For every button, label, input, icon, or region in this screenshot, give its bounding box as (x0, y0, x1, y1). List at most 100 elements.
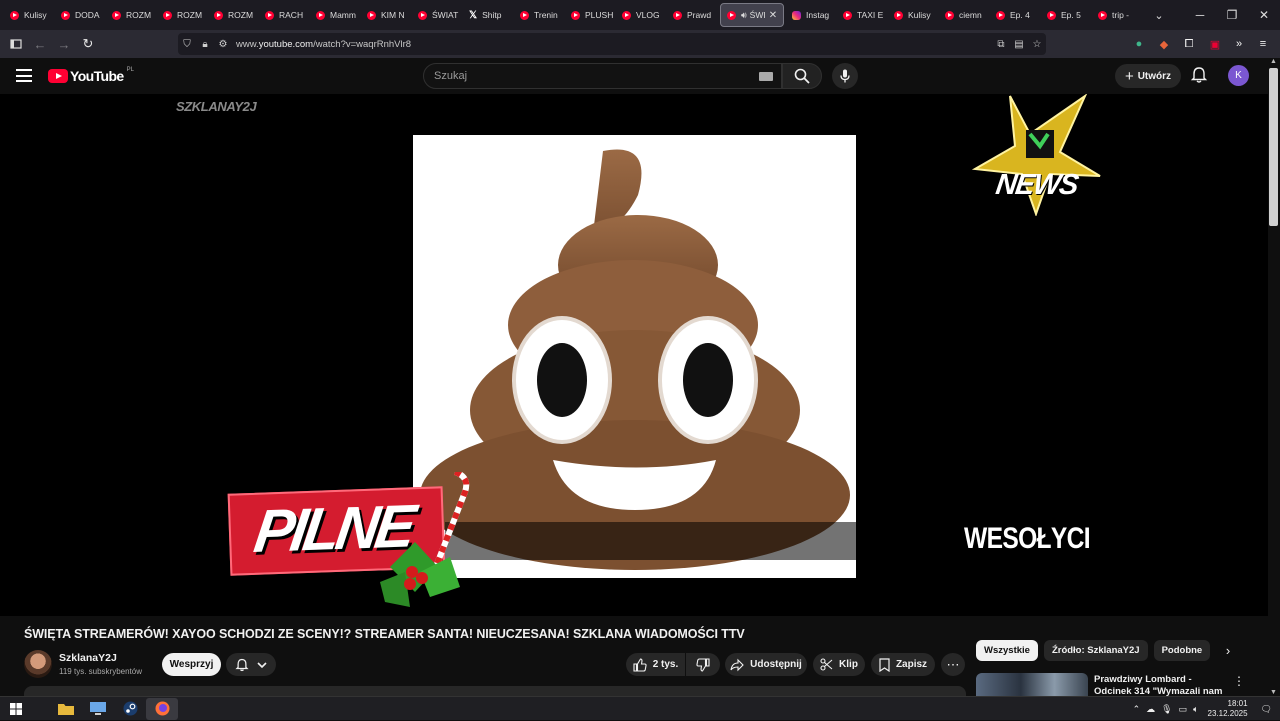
channel-name[interactable]: SzklanaY2J (59, 652, 117, 664)
network-icon[interactable]: ▭ (1179, 704, 1188, 715)
search-placeholder: Szukaj (434, 70, 468, 82)
video-title: ŚWIĘTA STREAMERÓW! XAYOO SCHODZI ZE SCEN… (24, 627, 745, 641)
description-box[interactable] (24, 686, 966, 696)
bookmark-star-icon[interactable]: ☆ (1028, 39, 1046, 50)
steam-icon[interactable] (114, 698, 146, 720)
clip-button[interactable]: Klip (813, 653, 865, 676)
forward-icon[interactable]: → (52, 32, 76, 56)
volume-icon[interactable]: 🔈︎ (1193, 704, 1198, 715)
scroll-down-icon[interactable]: ▼ (1270, 689, 1277, 696)
video-player[interactable]: SZKLANAY2J NEWS WESOŁYCI PILNE (0, 94, 1268, 616)
youtube-logo[interactable]: YouTube PL (48, 67, 134, 84)
ublock-badge-icon[interactable]: ▣ (1204, 33, 1226, 55)
chip-all[interactable]: Wszystkie (976, 640, 1038, 661)
video-thumbnail-frame (413, 135, 856, 578)
guide-menu-icon[interactable] (16, 69, 32, 82)
picture-in-picture-icon[interactable]: ⧉ (992, 39, 1010, 50)
browser-tab[interactable]: 𝕏 Shitp (463, 3, 514, 27)
computer-app-icon[interactable] (82, 698, 114, 720)
restore-icon[interactable]: ❐ (1216, 8, 1248, 22)
reader-view-icon[interactable]: ▤ (1010, 39, 1028, 50)
save-button[interactable]: Zapisz (871, 653, 935, 676)
app-menu-icon[interactable]: ≡ (1252, 33, 1274, 55)
permissions-icon[interactable]: ⚙︎ (214, 39, 232, 50)
channel-avatar[interactable] (24, 650, 52, 678)
browser-tab[interactable]: Mamm (310, 3, 361, 27)
chip-related[interactable]: Podobne (1153, 640, 1211, 661)
firefox-taskbar-icon[interactable] (146, 697, 178, 720)
browser-tab[interactable]: VLOG (616, 3, 667, 27)
create-button[interactable]: + Utwórz (1115, 64, 1181, 88)
browser-tab-active[interactable]: 🔊︎ ŚWI ✕ (720, 3, 784, 27)
back-icon[interactable]: ← (28, 32, 52, 56)
browser-tab[interactable]: KIM N (361, 3, 412, 27)
browser-tab[interactable]: ROZM (106, 3, 157, 27)
tray-expand-icon[interactable]: ⌃ (1133, 704, 1141, 715)
tab-label: Prawd (687, 10, 712, 20)
tracking-shield-icon[interactable]: ⛉ (178, 39, 196, 50)
chevron-down-icon (257, 661, 267, 668)
subscription-notifications-button[interactable] (226, 653, 276, 676)
support-button[interactable]: Wesprzyj (162, 653, 221, 676)
clock-time: 18:01 (1227, 699, 1248, 708)
page-scrollbar[interactable]: ▲ ▼ (1268, 58, 1280, 698)
browser-tab[interactable]: DODA (55, 3, 106, 27)
tab-list-dropdown-icon[interactable]: ⌄ (1147, 9, 1171, 22)
browser-tab[interactable]: Prawd (667, 3, 718, 27)
dislike-button[interactable] (686, 653, 720, 676)
chip-source[interactable]: Źródło: SzklanaY2J (1043, 640, 1148, 661)
browser-tab[interactable]: Kulisy (4, 3, 55, 27)
tab-close-icon[interactable]: ✕ (769, 10, 777, 21)
sidebar-toggle-icon[interactable] (4, 32, 28, 56)
browser-tab[interactable]: ROZM (157, 3, 208, 27)
voice-search-button[interactable] (832, 63, 858, 89)
tab-audio-playing-icon[interactable]: 🔊︎ (741, 10, 747, 21)
search-button[interactable] (782, 63, 822, 89)
file-explorer-icon[interactable] (50, 698, 82, 720)
browser-tab[interactable]: RACH (259, 3, 310, 27)
minimize-icon[interactable]: ─ (1184, 8, 1216, 22)
extensions-puzzle-icon[interactable]: ⧠ (1178, 33, 1200, 55)
holly-decoration-icon (380, 472, 470, 607)
browser-tab[interactable]: ROZM (208, 3, 259, 27)
like-button[interactable]: 2 tys. (626, 653, 685, 676)
browser-tab[interactable]: ciemn (939, 3, 990, 27)
browser-tab[interactable]: Instag (786, 3, 837, 27)
search-input[interactable]: Szukaj (423, 63, 782, 89)
browser-tab[interactable]: Ep. 4 (990, 3, 1041, 27)
browser-tab[interactable]: ŚWIAT (412, 3, 463, 27)
browser-tab[interactable]: Trenin (514, 3, 565, 27)
more-actions-icon[interactable]: ⋯ (941, 653, 965, 676)
browser-tab[interactable]: Kulisy (888, 3, 939, 27)
browser-tab[interactable]: PLUSH (565, 3, 616, 27)
lock-icon[interactable]: 🔒︎ (196, 39, 214, 50)
browser-tab[interactable]: TAXI E (837, 3, 888, 27)
vpn-extension-icon[interactable]: ● (1128, 33, 1150, 55)
close-window-icon[interactable]: ✕ (1248, 8, 1280, 22)
windows-taskbar: ⌃ ☁ 🎙︎ ▭ 🔈︎ 18:01 23.12.2025 🗨︎ (0, 696, 1280, 720)
reload-icon[interactable]: ↻ (76, 32, 100, 56)
address-bar[interactable]: ⛉ 🔒︎ ⚙︎ www.youtube.com/watch?v=waqrRnhV… (178, 33, 1046, 55)
tab-label: Instag (806, 10, 830, 20)
overflow-menu-icon[interactable]: » (1228, 33, 1250, 55)
firefox-extension-icon[interactable]: ◆ (1153, 33, 1175, 55)
onedrive-icon[interactable]: ☁ (1146, 704, 1155, 715)
scrollbar-thumb[interactable] (1269, 68, 1278, 226)
windows-start-icon[interactable] (0, 698, 32, 720)
account-avatar[interactable]: K (1228, 65, 1249, 86)
browser-tab[interactable]: trip - (1092, 3, 1143, 27)
browser-tab[interactable]: Ep. 5 (1041, 3, 1092, 27)
youtube-icon (418, 10, 427, 20)
notifications-bell-icon[interactable] (1190, 66, 1210, 86)
scroll-up-icon[interactable]: ▲ (1270, 58, 1277, 65)
keyboard-icon[interactable] (759, 72, 773, 81)
microphone-tray-icon[interactable]: 🎙︎ (1161, 704, 1172, 715)
notification-center-icon[interactable]: 🗨︎ (1261, 704, 1272, 715)
recommended-video-thumbnail[interactable] (976, 673, 1088, 696)
clock[interactable]: 18:01 23.12.2025 (1208, 699, 1248, 719)
tab-label: TAXI E (857, 10, 884, 20)
chevron-right-icon[interactable]: › (1218, 640, 1238, 661)
share-button[interactable]: Udostępnij (725, 653, 807, 676)
recommended-video-title[interactable]: Prawdziwy Lombard - Odcinek 314 "Wymazal… (1094, 674, 1224, 696)
recommended-more-icon[interactable]: ⋮ (1233, 674, 1245, 688)
